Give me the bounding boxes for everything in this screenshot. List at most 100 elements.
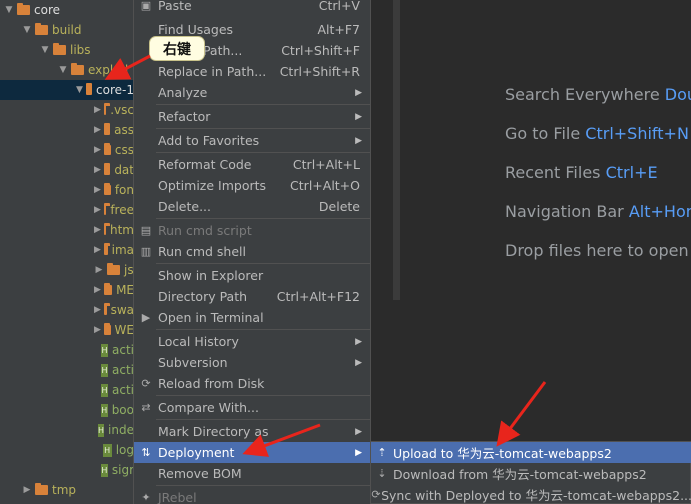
html-file-icon: H — [100, 363, 108, 377]
menu-item-mark-directory-as[interactable]: Mark Directory as ▶ — [134, 421, 370, 442]
menu-separator — [156, 485, 370, 486]
html-file-icon: H — [100, 403, 108, 417]
folder-icon — [53, 43, 66, 55]
menu-item-shortcut: Delete — [318, 199, 360, 214]
submenu-arrow-icon: ▶ — [355, 87, 362, 98]
tree-item[interactable]: Hboo — [0, 400, 134, 420]
submenu-item-upload[interactable]: ⇡ Upload to 华为云-tomcat-webapps2 — [371, 442, 691, 463]
tree-item[interactable]: ▶ htm — [0, 220, 134, 240]
tree-item[interactable]: Hacti — [0, 380, 134, 400]
menu-item-analyze[interactable]: Analyze ▶ — [134, 82, 370, 103]
tree-item[interactable]: ▶ dat — [0, 160, 134, 180]
menu-item-remove-bom[interactable]: Remove BOM — [134, 463, 370, 484]
tree-item-label: boo — [111, 403, 134, 417]
collapse-arrow-icon[interactable]: ▶ — [94, 165, 101, 175]
tree-item[interactable]: ▶ .vsc — [0, 100, 134, 120]
tree-item-label: acti — [112, 363, 134, 377]
menu-item-reformat-code[interactable]: Reformat Code Ctrl+Alt+L — [134, 154, 370, 175]
tree-item[interactable]: ▼ build — [0, 20, 134, 40]
folder-icon — [103, 223, 111, 235]
tree-item[interactable]: ▶ ima — [0, 240, 134, 260]
menu-item-shortcut: Alt+F7 — [317, 22, 360, 37]
menu-item-subversion[interactable]: Subversion ▶ — [134, 352, 370, 373]
folder-icon — [103, 123, 111, 135]
menu-item-delete[interactable]: Delete... Delete — [134, 196, 370, 217]
cmd-shell-icon: ▥ — [140, 245, 152, 258]
menu-item-directory-path[interactable]: Directory Path Ctrl+Alt+F12 — [134, 286, 370, 307]
editor-hint: Navigation Bar Alt+Hon — [505, 202, 691, 221]
folder-icon — [35, 483, 48, 495]
tree-item-label: acti — [112, 383, 134, 397]
menu-item-run-cmd-script: ▤ Run cmd script — [134, 220, 370, 241]
collapse-arrow-icon[interactable]: ▶ — [22, 485, 32, 495]
tree-item[interactable]: Hacti — [0, 360, 134, 380]
submenu-item-sync[interactable]: ⟳ Sync with Deployed to 华为云-tomcat-webapp… — [371, 484, 691, 504]
submenu-arrow-icon: ▶ — [355, 336, 362, 347]
hint-text: Navigation Bar — [505, 202, 624, 221]
menu-item-open-in-terminal[interactable]: ▶ Open in Terminal — [134, 307, 370, 328]
tree-item-label: core — [34, 3, 60, 17]
folder-icon — [17, 3, 30, 15]
menu-separator — [156, 263, 370, 264]
menu-item-label: Analyze — [158, 85, 208, 100]
tree-item[interactable]: Hsigr — [0, 460, 134, 480]
folder-icon — [103, 303, 110, 315]
collapse-arrow-icon[interactable]: ▶ — [94, 205, 101, 215]
menu-item-label: Reformat Code — [158, 157, 252, 172]
collapse-arrow-icon[interactable]: ▶ — [94, 225, 101, 235]
menu-item-show-in-explorer[interactable]: Show in Explorer — [134, 265, 370, 286]
collapse-arrow-icon[interactable]: ▶ — [94, 305, 101, 315]
tree-item[interactable]: ▼ explod — [0, 60, 134, 80]
collapse-arrow-icon[interactable]: ▶ — [94, 105, 101, 115]
hint-text: Recent Files — [505, 163, 601, 182]
tree-item[interactable]: ▶ ME — [0, 280, 134, 300]
tree-item[interactable]: Hinde — [0, 420, 134, 440]
submenu-arrow-icon: ▶ — [355, 111, 362, 122]
tree-item[interactable]: ▶ swa — [0, 300, 134, 320]
folder-icon — [103, 203, 112, 215]
tree-item[interactable]: ▶ WE — [0, 320, 134, 340]
expand-arrow-icon[interactable]: ▼ — [76, 85, 83, 95]
menu-item-label: Subversion — [158, 355, 228, 370]
collapse-arrow-icon[interactable]: ▶ — [94, 185, 101, 195]
tree-item[interactable]: Hacti — [0, 340, 134, 360]
tree-item[interactable]: ▼ libs — [0, 40, 134, 60]
project-tree: ▼ core ▼ build ▼ libs ▼ explod ▼ core-1 ▶ .vsc ▶ ass ▶… — [0, 0, 134, 504]
menu-item-label: Show in Explorer — [158, 268, 264, 283]
tree-item[interactable]: ▶ tmp — [0, 480, 134, 500]
collapse-arrow-icon[interactable]: ▶ — [94, 285, 101, 295]
menu-item-replace-in-path[interactable]: Replace in Path... Ctrl+Shift+R — [134, 61, 370, 82]
hint-shortcut: Ctrl+E — [605, 163, 658, 182]
tree-item[interactable]: ▶ free — [0, 200, 134, 220]
tree-item[interactable]: ▼ core — [0, 0, 134, 20]
collapse-arrow-icon[interactable]: ▶ — [94, 145, 101, 155]
menu-item-local-history[interactable]: Local History ▶ — [134, 331, 370, 352]
menu-item-deployment[interactable]: ⇅ Deployment ▶ — [134, 442, 370, 463]
tree-item[interactable]: ▶ js — [0, 260, 134, 280]
menu-item-label: Local History — [158, 334, 239, 349]
collapse-arrow-icon[interactable]: ▶ — [94, 325, 101, 335]
menu-item-reload-from-disk[interactable]: ⟳ Reload from Disk — [134, 373, 370, 394]
expand-arrow-icon[interactable]: ▼ — [58, 65, 68, 75]
tree-item[interactable]: ▶ fon — [0, 180, 134, 200]
collapse-arrow-icon[interactable]: ▶ — [94, 245, 101, 255]
tree-item[interactable]: ▶ css — [0, 140, 134, 160]
collapse-arrow-icon[interactable]: ▶ — [94, 265, 104, 275]
menu-item-paste[interactable]: ▣ Paste Ctrl+V — [134, 0, 370, 16]
menu-separator — [156, 419, 370, 420]
tree-item[interactable]: ▼ core-1 — [0, 80, 134, 100]
menu-item-label: Run cmd shell — [158, 244, 246, 259]
menu-item-refactor[interactable]: Refactor ▶ — [134, 106, 370, 127]
collapse-arrow-icon[interactable]: ▶ — [94, 125, 101, 135]
expand-arrow-icon[interactable]: ▼ — [40, 45, 50, 55]
menu-item-optimize-imports[interactable]: Optimize Imports Ctrl+Alt+O — [134, 175, 370, 196]
menu-item-add-to-favorites[interactable]: Add to Favorites ▶ — [134, 130, 370, 151]
submenu-item-download[interactable]: ⇣ Download from 华为云-tomcat-webapps2 — [371, 463, 691, 484]
menu-item-label: Add to Favorites — [158, 133, 260, 148]
menu-item-run-cmd-shell[interactable]: ▥ Run cmd shell — [134, 241, 370, 262]
tree-item[interactable]: Hlog — [0, 440, 134, 460]
expand-arrow-icon[interactable]: ▼ — [22, 25, 32, 35]
menu-item-compare-with[interactable]: ⇄ Compare With... — [134, 397, 370, 418]
expand-arrow-icon[interactable]: ▼ — [4, 5, 14, 15]
tree-item[interactable]: ▶ ass — [0, 120, 134, 140]
